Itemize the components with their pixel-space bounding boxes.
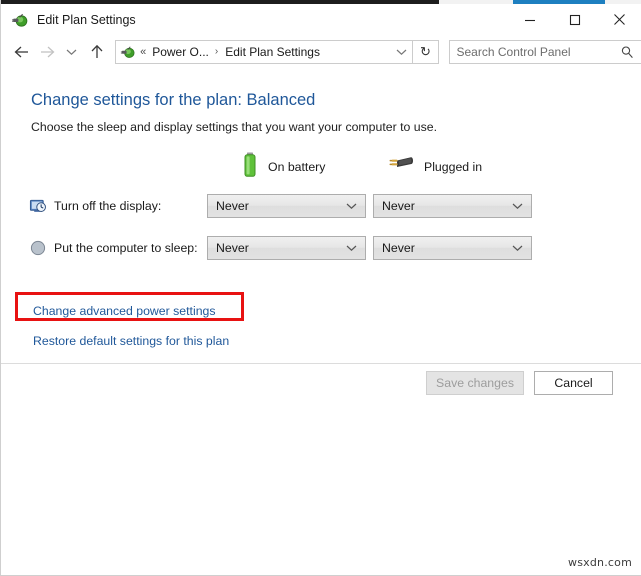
- content-pane: Change settings for the plan: Balanced C…: [1, 68, 641, 363]
- forward-arrow-icon: [34, 39, 59, 65]
- title-bar: Edit Plan Settings: [1, 4, 641, 35]
- chevron-down-icon[interactable]: [512, 244, 523, 252]
- setting-row: Put the computer to sleep: Never Never: [1, 234, 641, 262]
- column-headers: On battery Plugged in: [1, 150, 641, 184]
- combo-turn-off-display-plugged-in[interactable]: Never: [373, 194, 532, 218]
- power-plan-icon: [11, 11, 29, 29]
- link-restore-default-settings[interactable]: Restore default settings for this plan: [33, 334, 229, 348]
- combo-value: Never: [382, 199, 415, 213]
- breadcrumb-separator-icon: ›: [215, 46, 218, 57]
- search-icon[interactable]: [620, 45, 634, 59]
- chevron-down-icon[interactable]: [512, 202, 523, 210]
- back-arrow-icon[interactable]: [9, 39, 34, 65]
- up-arrow-icon[interactable]: [84, 39, 109, 65]
- address-power-plan-icon: [120, 44, 136, 60]
- cancel-button[interactable]: Cancel: [534, 371, 613, 395]
- breadcrumb-item-power-options[interactable]: Power O...: [152, 45, 209, 59]
- column-header-plugged-in-label: Plugged in: [424, 160, 482, 174]
- chevron-down-icon[interactable]: [346, 244, 357, 252]
- window-controls: [507, 4, 641, 35]
- link-change-advanced-power-settings[interactable]: Change advanced power settings: [33, 304, 216, 318]
- combo-value: Never: [382, 241, 415, 255]
- search-box[interactable]: [449, 40, 641, 64]
- sleep-moon-icon: [29, 239, 47, 257]
- watermark: wsxdn.com: [568, 556, 632, 569]
- save-changes-button[interactable]: Save changes: [426, 371, 524, 395]
- column-header-on-battery-label: On battery: [268, 160, 325, 174]
- refresh-button[interactable]: ↻: [413, 40, 438, 64]
- maximize-icon[interactable]: [552, 4, 597, 35]
- address-bar[interactable]: « Power O... › Edit Plan Settings: [115, 40, 413, 64]
- edit-plan-settings-window: Edit Plan Settings: [0, 0, 641, 576]
- combo-turn-off-display-on-battery[interactable]: Never: [207, 194, 366, 218]
- breadcrumb-overflow-icon[interactable]: «: [140, 46, 145, 58]
- address-chevron-down-icon[interactable]: [390, 48, 412, 56]
- battery-icon: [241, 151, 259, 184]
- search-input[interactable]: [457, 45, 617, 59]
- close-icon[interactable]: [597, 4, 641, 35]
- page-subtitle: Choose the sleep and display settings th…: [31, 120, 437, 134]
- combo-value: Never: [216, 199, 249, 213]
- column-header-on-battery: On battery: [241, 150, 325, 184]
- combo-value: Never: [216, 241, 249, 255]
- setting-row: Turn off the display: Never Never: [1, 192, 641, 220]
- recent-locations-chevron-down-icon[interactable]: [59, 39, 84, 65]
- setting-label-turn-off-display: Turn off the display:: [54, 199, 161, 213]
- display-clock-icon: [29, 197, 47, 215]
- setting-label-put-computer-to-sleep: Put the computer to sleep:: [54, 241, 198, 255]
- power-plug-icon: [387, 154, 415, 181]
- combo-sleep-on-battery[interactable]: Never: [207, 236, 366, 260]
- breadcrumb-item-edit-plan-settings[interactable]: Edit Plan Settings: [225, 45, 320, 59]
- window-title: Edit Plan Settings: [37, 13, 136, 27]
- minimize-icon[interactable]: [507, 4, 552, 35]
- combo-sleep-plugged-in[interactable]: Never: [373, 236, 532, 260]
- page-title: Change settings for the plan: Balanced: [31, 91, 315, 110]
- footer-bar: Save changes Cancel wsxdn.com: [1, 364, 641, 575]
- column-header-plugged-in: Plugged in: [387, 150, 482, 184]
- navigation-bar: « Power O... › Edit Plan Settings ↻: [1, 35, 641, 68]
- chevron-down-icon[interactable]: [346, 202, 357, 210]
